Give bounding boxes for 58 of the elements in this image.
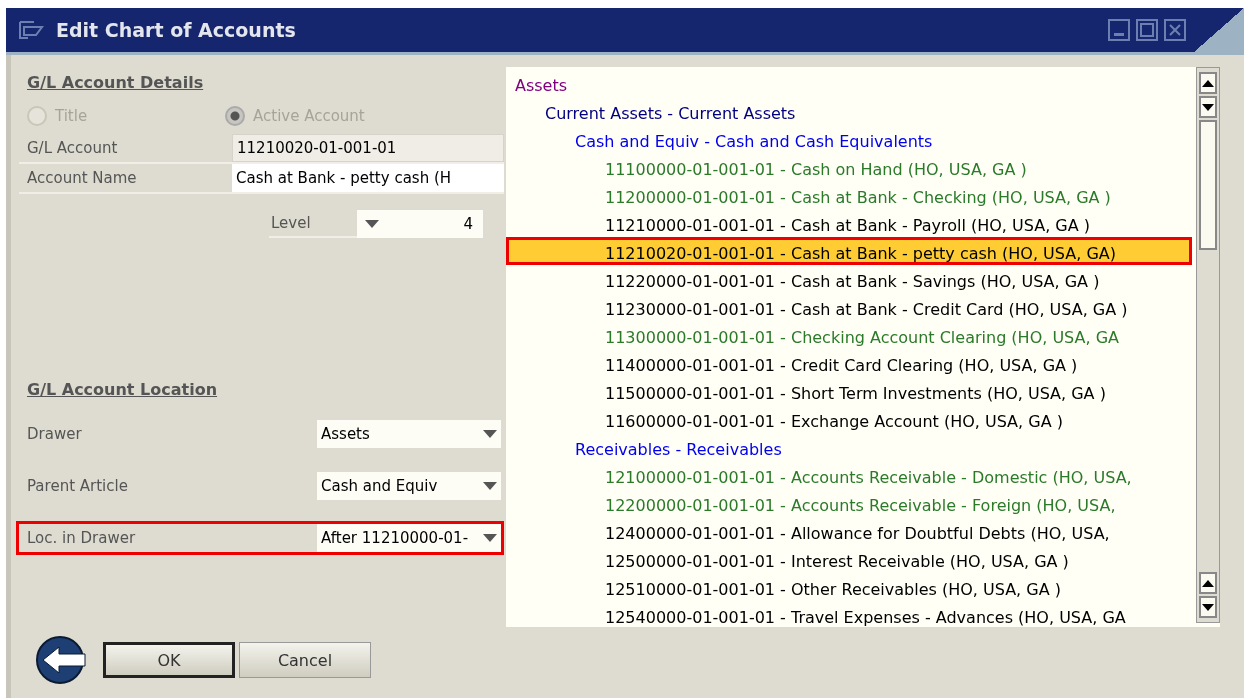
tree-item[interactable]: Cash and Equiv - Cash and Cash Equivalents <box>575 132 933 151</box>
field-label: Drawer <box>26 424 83 445</box>
down-arrow-icon <box>1202 103 1214 111</box>
minimize-icon[interactable] <box>1108 19 1130 41</box>
cancel-button[interactable]: Cancel <box>239 642 371 678</box>
tree-item[interactable]: 12400000-01-001-01 - Allowance for Doubtful Debts (HO, USA, <box>605 524 1110 543</box>
input-field[interactable]: 11210020-01-001-01 <box>232 134 504 162</box>
window-icon <box>18 20 44 40</box>
tree-item[interactable]: 12510000-01-001-01 - Other Receivables (HO, USA, GA ) <box>605 580 1061 599</box>
scroll-up-button[interactable] <box>1199 72 1217 94</box>
caret-icon <box>483 534 497 542</box>
tree-item[interactable]: Receivables - Receivables <box>575 440 782 459</box>
scroll-bar[interactable] <box>1196 67 1220 623</box>
tree-item[interactable]: 11600000-01-001-01 - Exchange Account (HO, USA, GA ) <box>605 412 1063 431</box>
caret-icon <box>483 430 497 438</box>
section-heading: G/L Account Details <box>27 73 205 92</box>
scroll-down-button[interactable] <box>1199 96 1217 118</box>
tree-item[interactable]: 11400000-01-001-01 - Credit Card Clearing (HO, USA, GA ) <box>605 356 1078 375</box>
radio-label: Title <box>55 107 88 125</box>
level-dropdown[interactable]: 4 <box>357 210 483 238</box>
tree-item[interactable]: 11100000-01-001-01 - Cash on Hand (HO, USA, GA ) <box>605 160 1027 179</box>
close-icon[interactable] <box>1164 19 1186 41</box>
tree-item[interactable]: 11210000-01-001-01 - Cash at Bank - Payroll (HO, USA, GA ) <box>605 216 1090 235</box>
down-arrow-icon <box>1202 603 1214 611</box>
tree-item[interactable]: 12200000-01-001-01 - Accounts Receivable - Foreign (HO, USA, <box>605 496 1116 515</box>
field-label: Parent Article <box>26 476 129 497</box>
scroll-up-button[interactable] <box>1199 572 1217 594</box>
tree-item[interactable]: Current Assets - Current Assets <box>545 104 796 123</box>
tree-item[interactable]: 11220000-01-001-01 - Cash at Bank - Savings (HO, USA, GA ) <box>605 272 1100 291</box>
tree-item[interactable]: Assets <box>515 76 568 95</box>
scroll-thumb[interactable] <box>1199 120 1217 250</box>
caret-icon <box>483 482 497 490</box>
ok-button[interactable]: OK <box>103 642 235 678</box>
field-label: G/L Account <box>26 138 119 159</box>
tree-item[interactable]: 12100000-01-001-01 - Accounts Receivable - Domestic (HO, USA, <box>605 468 1132 487</box>
caret-icon <box>365 220 379 228</box>
selected-row[interactable]: 11210020-01-001-01 - Cash at Bank - petty cash (HO, USA, GA) <box>506 237 1192 265</box>
field-label: Loc. in Drawer <box>26 528 137 549</box>
tree-item[interactable]: 11200000-01-001-01 - Cash at Bank - Checking (HO, USA, GA ) <box>605 188 1111 207</box>
scroll-down-button[interactable] <box>1199 596 1217 618</box>
field-label: Account Name <box>26 168 138 189</box>
dropdown[interactable]: Cash and Equiv <box>317 472 501 500</box>
tree-item[interactable]: 11300000-01-001-01 - Checking Account Clearing (HO, USA, GA <box>605 328 1120 347</box>
window-title: Edit Chart of Accounts <box>56 19 297 41</box>
up-arrow-icon <box>1202 579 1214 587</box>
tree-item[interactable]: 11210020-01-001-01 - Cash at Bank - petty cash (HO, USA, GA) <box>605 244 1116 263</box>
tree-item[interactable]: 11230000-01-001-01 - Cash at Bank - Credit Card (HO, USA, GA ) <box>605 300 1128 319</box>
tree-item[interactable]: 11500000-01-001-01 - Short Term Investments (HO, USA, GA ) <box>605 384 1106 403</box>
section-heading: G/L Account Location <box>27 380 218 399</box>
back-arrow-icon[interactable] <box>35 635 89 685</box>
input-field[interactable]: Cash at Bank - petty cash (H <box>232 164 504 192</box>
tree-item[interactable]: 12540000-01-001-01 - Travel Expenses - Advances (HO, USA, GA <box>605 608 1126 627</box>
up-arrow-icon <box>1202 79 1214 87</box>
radio-label: Active Account <box>253 107 365 125</box>
dropdown[interactable]: Assets <box>317 420 501 448</box>
tree-item[interactable]: 12500000-01-001-01 - Interest Receivable (HO, USA, GA ) <box>605 552 1069 571</box>
dropdown[interactable]: After 11210000-01- <box>317 524 501 552</box>
maximize-icon[interactable] <box>1136 19 1158 41</box>
